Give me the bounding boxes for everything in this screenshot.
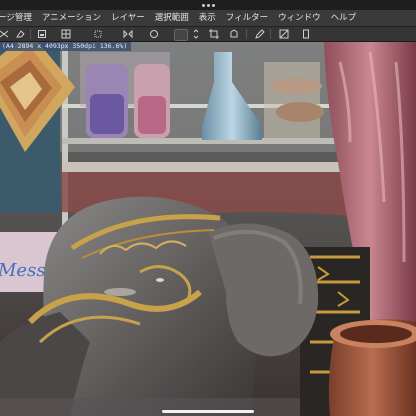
menu-animation[interactable]: アニメーション: [37, 10, 106, 26]
crop-icon[interactable]: [208, 28, 220, 40]
artwork: Mess: [0, 42, 416, 416]
flip-icon[interactable]: [122, 28, 134, 40]
scissors-icon[interactable]: [0, 28, 10, 40]
drawing-canvas[interactable]: Mess: [0, 42, 416, 416]
menu-help[interactable]: ヘルプ: [326, 10, 362, 26]
menu-layer[interactable]: レイヤー: [106, 10, 150, 26]
device-icon[interactable]: [300, 28, 312, 40]
circle-select-icon[interactable]: [148, 28, 160, 40]
menu-view[interactable]: 表示: [194, 10, 221, 26]
dropdown-chevron-icon[interactable]: [190, 28, 202, 40]
menu-bar: ージ管理 アニメーション レイヤー 選択範囲 表示 フィルター ウィンドウ ヘル…: [0, 10, 416, 27]
layer-dropdown[interactable]: [174, 29, 188, 41]
menu-filter[interactable]: フィルター: [221, 10, 273, 26]
clay-jar: [328, 319, 416, 416]
more-horizontal-icon[interactable]: [201, 3, 215, 7]
fill-icon[interactable]: [36, 28, 48, 40]
menu-selection[interactable]: 選択範囲: [150, 10, 194, 26]
command-bar: [0, 27, 416, 42]
mask-icon[interactable]: [278, 28, 290, 40]
home-indicator[interactable]: [162, 410, 254, 413]
menu-page-management[interactable]: ージ管理: [0, 10, 37, 26]
pen-icon[interactable]: [254, 28, 266, 40]
canvas-info-label: (A4 2894 x 4093px 350dpi 136.6%): [0, 42, 132, 51]
eraser-icon[interactable]: [14, 28, 26, 40]
transform-icon[interactable]: [92, 28, 104, 40]
svg-text:Mess: Mess: [0, 260, 46, 281]
lasso-icon[interactable]: [228, 28, 240, 40]
grid-icon[interactable]: [60, 28, 72, 40]
status-bar: [0, 0, 416, 10]
menu-window[interactable]: ウィンドウ: [273, 10, 326, 26]
